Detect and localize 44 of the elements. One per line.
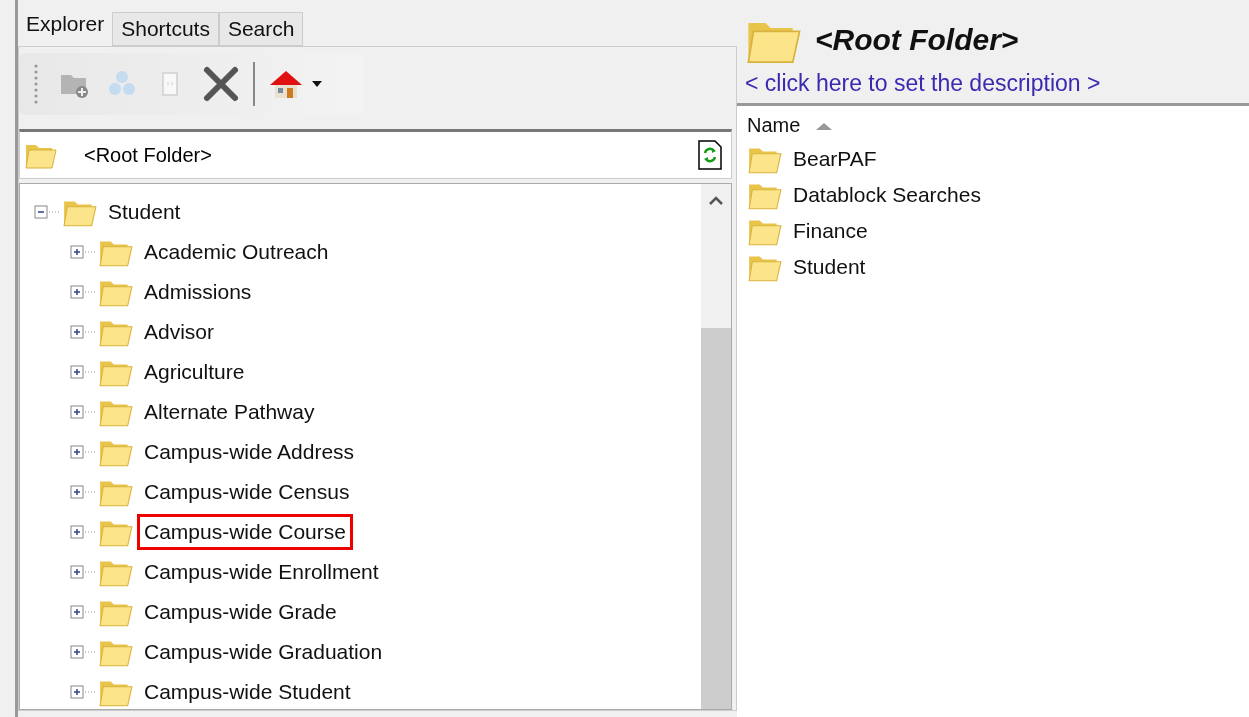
tree-item[interactable]: Agriculture [137, 354, 252, 390]
tree-item[interactable]: Campus-wide Census [137, 474, 357, 510]
tree-item[interactable]: Alternate Pathway [137, 394, 322, 430]
tab[interactable]: Shortcuts [112, 12, 219, 46]
caret-icon [311, 80, 323, 88]
expand-icon[interactable] [70, 244, 96, 260]
tree-item[interactable]: Student [101, 194, 188, 230]
tree-item[interactable]: Campus-wide Course [137, 514, 353, 550]
tree-item[interactable]: Campus-wide Student [137, 674, 358, 709]
tree-item[interactable]: Academic Outreach [137, 234, 336, 270]
path-text: <Root Folder> [84, 143, 213, 167]
tree-item[interactable]: Campus-wide Grade [137, 594, 344, 630]
scroll-up-icon[interactable] [708, 196, 724, 206]
scroll-thumb[interactable] [701, 328, 731, 709]
description-link[interactable]: < click here to set the description > [745, 70, 1101, 97]
expand-icon[interactable] [70, 364, 96, 380]
expand-icon[interactable] [70, 444, 96, 460]
tree-item[interactable]: Advisor [137, 314, 222, 350]
tree-item[interactable]: Admissions [137, 274, 259, 310]
tab[interactable]: Search [218, 12, 304, 46]
scrollbar[interactable] [701, 184, 731, 709]
refresh-icon[interactable] [697, 139, 723, 171]
tree-item[interactable]: Campus-wide Graduation [137, 634, 390, 670]
expand-icon[interactable] [70, 564, 96, 580]
delete-icon [201, 64, 241, 104]
expand-icon[interactable] [70, 404, 96, 420]
expand-icon[interactable] [70, 684, 96, 700]
expand-icon[interactable] [70, 324, 96, 340]
expand-icon[interactable] [70, 604, 96, 620]
name-column-header[interactable]: Name [747, 114, 835, 137]
list-item[interactable]: Student [793, 255, 866, 279]
list-item[interactable]: Datablock Searches [793, 183, 981, 207]
expand-icon[interactable] [70, 524, 96, 540]
collapse-icon[interactable] [34, 204, 60, 220]
expand-icon[interactable] [70, 284, 96, 300]
grip-icon [33, 62, 39, 106]
expand-icon[interactable] [70, 484, 96, 500]
tree-item[interactable]: Campus-wide Enrollment [137, 554, 386, 590]
list-item[interactable]: Finance [793, 219, 868, 243]
list-item[interactable]: BearPAF [793, 147, 877, 171]
path-field[interactable]: <Root Folder> [19, 129, 732, 179]
folder-title: <Root Folder> [815, 23, 1019, 57]
expand-icon[interactable] [70, 644, 96, 660]
tree-item[interactable]: Campus-wide Address [137, 434, 362, 470]
